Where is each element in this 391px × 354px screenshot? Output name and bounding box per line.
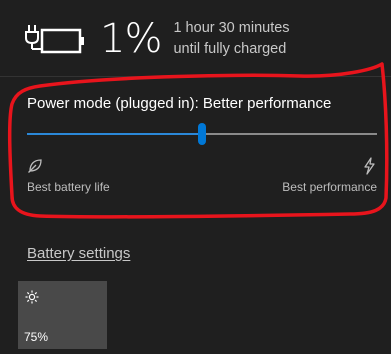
- slider-fill: [27, 133, 202, 135]
- charge-status-line: until fully charged: [173, 41, 287, 57]
- battery-flyout: 1% 1 hour 30 minutes until fully charged…: [0, 0, 391, 354]
- sun-icon: [25, 290, 39, 304]
- leaf-icon: [28, 159, 42, 173]
- best-battery-life-label: Best battery life: [27, 180, 110, 194]
- brightness-label: 75%: [24, 330, 49, 344]
- brightness-tile[interactable]: 75%: [18, 281, 107, 349]
- slider-thumb[interactable]: [198, 123, 206, 145]
- divider: [0, 76, 391, 77]
- battery-status-row: 1% 1 hour 30 minutes until fully charged: [24, 18, 290, 60]
- lightning-bolt-icon: [364, 157, 375, 175]
- battery-plug-icon: [25, 25, 84, 54]
- best-performance-label: Best performance: [282, 180, 377, 194]
- charge-time-line: 1 hour 30 minutes: [173, 20, 290, 36]
- power-mode-title: Power mode (plugged in): Better performa…: [27, 95, 332, 112]
- battery-percentage: 1%: [100, 16, 162, 62]
- power-mode-slider[interactable]: [27, 122, 377, 146]
- charge-time-status: 1 hour 30 minutes until fully charged: [173, 18, 289, 60]
- battery-settings-link[interactable]: Battery settings: [27, 245, 130, 262]
